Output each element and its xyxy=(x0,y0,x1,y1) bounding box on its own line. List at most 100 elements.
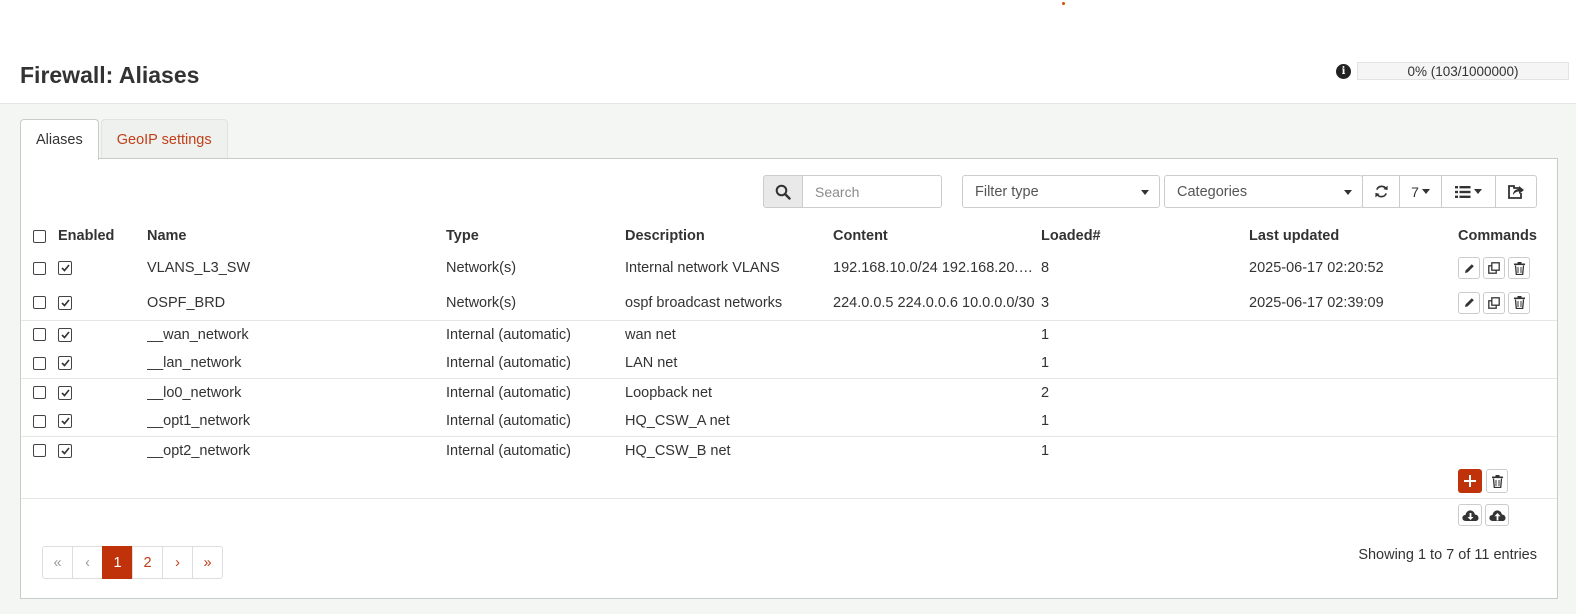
cell-content xyxy=(833,435,1041,465)
cell-commands xyxy=(1458,251,1557,286)
columns-dropdown[interactable] xyxy=(1441,175,1496,208)
edit-button[interactable] xyxy=(1458,257,1480,280)
copy-icon xyxy=(1488,262,1500,275)
row-select-checkbox[interactable] xyxy=(33,261,46,275)
info-icon[interactable]: i xyxy=(1336,63,1351,79)
pagination-next[interactable]: › xyxy=(162,546,193,579)
pagination-prev[interactable]: ‹ xyxy=(72,546,103,579)
tab-geoip-settings[interactable]: GeoIP settings xyxy=(100,119,228,159)
table-row[interactable]: __opt2_network Internal (automatic) HQ_CSW… xyxy=(21,435,1557,465)
chevron-down-icon xyxy=(1421,189,1430,194)
table-header-row: Enabled Name Type Description Content Lo… xyxy=(21,221,1557,251)
filter-type-select[interactable]: Filter type xyxy=(962,175,1160,208)
enabled-toggle[interactable] xyxy=(58,356,72,371)
column-header-enabled[interactable]: Enabled xyxy=(58,221,147,251)
cell-loaded: 8 xyxy=(1041,260,1050,277)
enabled-toggle[interactable] xyxy=(58,295,72,310)
indicator-dot xyxy=(1062,2,1065,5)
trash-icon xyxy=(1513,296,1525,309)
download-button[interactable] xyxy=(1458,504,1482,526)
row-select-checkbox[interactable] xyxy=(33,414,46,428)
table-row[interactable]: __wan_network Internal (automatic) wan net… xyxy=(21,319,1557,349)
cell-last-updated xyxy=(1249,435,1458,465)
cell-last-updated xyxy=(1249,407,1458,436)
cloud-download-icon xyxy=(1461,509,1478,521)
search-input[interactable] xyxy=(803,175,942,208)
page-title: Firewall: Aliases xyxy=(20,62,200,88)
upload-button[interactable] xyxy=(1485,504,1509,526)
categories-select[interactable]: Categories xyxy=(1164,175,1363,208)
chevron-down-icon xyxy=(1474,189,1482,194)
page-size-dropdown[interactable]: 7 xyxy=(1399,175,1442,208)
tab-bar: Aliases GeoIP settings xyxy=(20,119,228,160)
column-header-loaded[interactable]: Loaded# xyxy=(1041,221,1249,251)
alias-usage: i 0% (103/1000000) xyxy=(1336,62,1569,80)
table-row[interactable]: VLANS_L3_SW Network(s) Internal network VL… xyxy=(21,251,1557,286)
cell-description: Loopback net xyxy=(625,377,833,407)
cell-description: Internal network VLANS xyxy=(625,260,780,277)
cell-last-updated: 2025-06-17 02:39:09 xyxy=(1249,294,1384,311)
enabled-toggle[interactable] xyxy=(58,385,72,400)
table-row[interactable]: __lan_network Internal (automatic) LAN net… xyxy=(21,349,1557,378)
column-header-name[interactable]: Name xyxy=(147,221,446,251)
cell-name: __lan_network xyxy=(147,355,242,372)
enabled-toggle[interactable] xyxy=(58,414,72,429)
footer-divider xyxy=(21,498,1557,499)
refresh-button[interactable] xyxy=(1362,175,1400,208)
checkmark-icon xyxy=(60,417,70,426)
column-header-description[interactable]: Description xyxy=(625,221,833,251)
column-header-content[interactable]: Content xyxy=(833,221,1041,251)
edit-button[interactable] xyxy=(1458,291,1480,314)
enabled-toggle[interactable] xyxy=(58,327,72,342)
table-row[interactable]: OSPF_BRD Network(s) ospf broadcast network… xyxy=(21,286,1557,321)
add-alias-button[interactable] xyxy=(1458,469,1482,493)
cell-type: Internal (automatic) xyxy=(446,319,625,349)
aliases-panel: Filter type Categories 7 xyxy=(20,158,1558,599)
cell-content: 192.168.10.0/24 192.168.20.0/24 xyxy=(833,260,1041,277)
row-select-checkbox[interactable] xyxy=(33,296,46,310)
search-icon[interactable] xyxy=(763,175,803,208)
trash-icon xyxy=(1513,261,1525,275)
checkmark-icon xyxy=(60,299,70,307)
tab-aliases[interactable]: Aliases xyxy=(20,119,99,160)
column-header-commands: Commands xyxy=(1458,228,1537,244)
pencil-icon xyxy=(1464,263,1474,273)
pagination-first[interactable]: « xyxy=(42,546,73,579)
table-row[interactable]: __opt1_network Internal (automatic) HQ_CSW… xyxy=(21,407,1557,436)
column-header-type[interactable]: Type xyxy=(446,221,625,251)
column-header-last-updated[interactable]: Last updated xyxy=(1249,221,1458,251)
select-all-checkbox[interactable] xyxy=(33,229,46,243)
table-row[interactable]: __lo0_network Internal (automatic) Loopbac… xyxy=(21,377,1557,407)
page-size-value: 7 xyxy=(1411,183,1419,200)
row-select-checkbox[interactable] xyxy=(33,356,46,370)
cell-description: HQ_CSW_A net xyxy=(625,413,730,430)
row-select-checkbox[interactable] xyxy=(33,328,46,342)
delete-button[interactable] xyxy=(1508,257,1530,280)
pagination-page-2[interactable]: 2 xyxy=(132,546,163,579)
delete-button[interactable] xyxy=(1508,291,1530,314)
cell-type: Internal (automatic) xyxy=(446,377,625,407)
cell-loaded: 2 xyxy=(1041,377,1249,407)
export-button[interactable] xyxy=(1495,175,1537,208)
usage-progress-bar: 0% (103/1000000) xyxy=(1357,62,1569,80)
cell-commands xyxy=(1458,319,1557,349)
pagination: « ‹ 1 2 › » xyxy=(42,546,223,579)
cell-last-updated xyxy=(1249,349,1458,378)
delete-selected-button[interactable] xyxy=(1486,469,1508,493)
pagination-last[interactable]: » xyxy=(192,546,223,579)
cell-loaded: 1 xyxy=(1041,319,1249,349)
refresh-icon xyxy=(1374,185,1388,198)
pagination-page-1[interactable]: 1 xyxy=(102,546,133,579)
usage-text: 0% (103/1000000) xyxy=(1407,63,1519,79)
enabled-toggle[interactable] xyxy=(58,443,72,458)
row-select-checkbox[interactable] xyxy=(33,444,46,458)
clone-button[interactable] xyxy=(1483,291,1505,314)
top-header: Firewall: Aliases i 0% (103/1000000) xyxy=(0,0,1576,104)
cell-name: __wan_network xyxy=(147,319,446,349)
enabled-toggle[interactable] xyxy=(58,261,72,276)
clone-button[interactable] xyxy=(1483,257,1505,280)
cell-commands xyxy=(1458,286,1557,321)
row-select-checkbox[interactable] xyxy=(33,386,46,400)
checkmark-icon xyxy=(60,359,70,368)
pencil-icon xyxy=(1464,298,1474,307)
